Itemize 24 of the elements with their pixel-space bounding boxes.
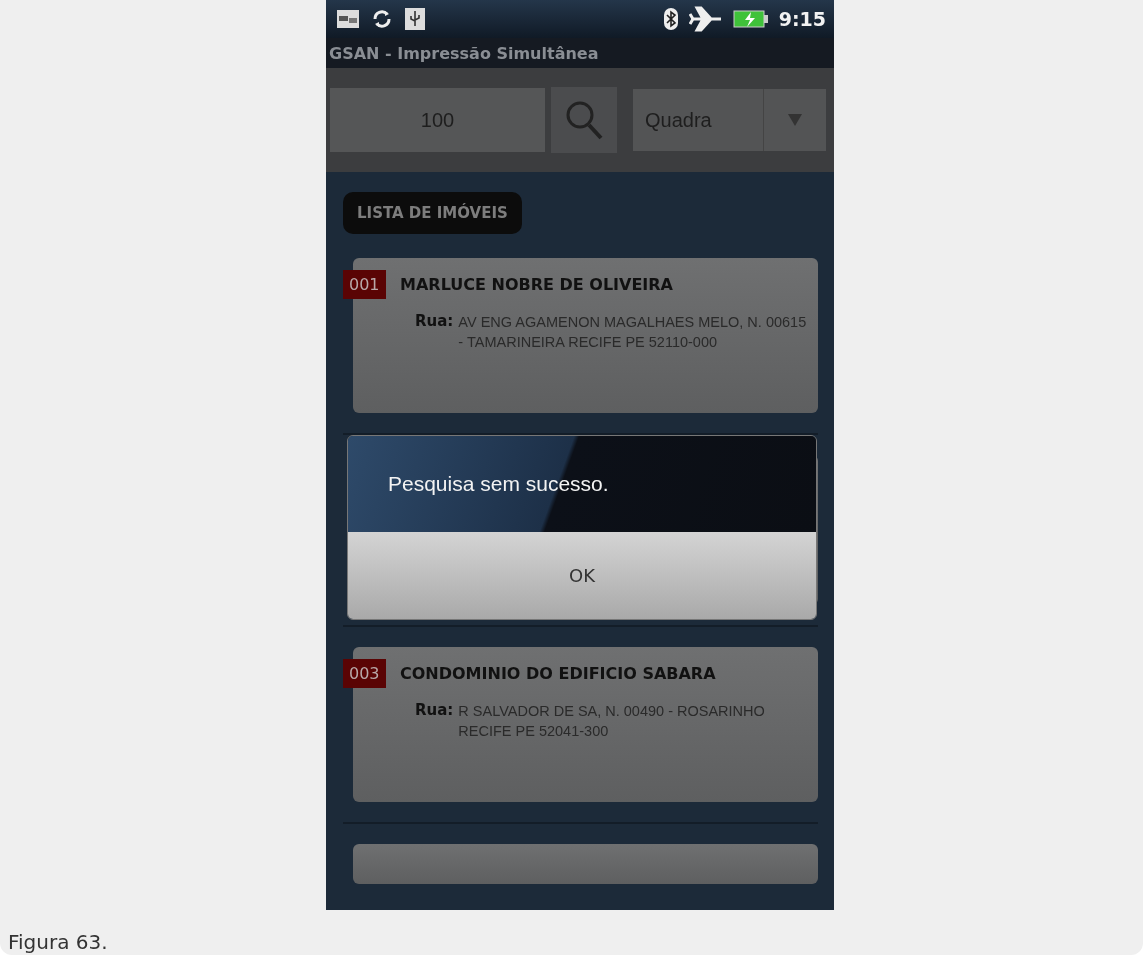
clock-time: 9:15 — [778, 8, 826, 30]
picture-icon — [336, 8, 360, 30]
app-title: GSAN - Impressão Simultânea — [329, 43, 599, 63]
property-number: 001 — [343, 270, 386, 299]
address-label: Rua: — [415, 701, 454, 721]
dropdown-arrow-icon — [788, 114, 802, 126]
search-button[interactable] — [551, 87, 617, 153]
airplane-icon — [688, 6, 723, 32]
owner-name: MARLUCE NOBRE DE OLIVEIRA — [400, 274, 673, 294]
property-number: 003 — [343, 659, 386, 688]
bluetooth-icon — [662, 7, 679, 31]
section-label: LISTA DE IMÓVEIS — [343, 192, 522, 234]
address-text: AV ENG AGAMENON MAGALHAES MELO, N. 00615 - TAMARINEIRA RECIFE PE 52110-000 — [458, 313, 808, 352]
figure-caption: Figura 63. — [8, 930, 108, 954]
filter-dropdown[interactable]: Quadra — [633, 89, 826, 151]
address-text: R SALVADOR DE SA, N. 00490 - ROSARINHO RECIFE PE 52041-300 — [458, 702, 766, 741]
search-input-field[interactable]: 100 — [330, 88, 545, 152]
usb-icon — [404, 7, 426, 31]
owner-name: CONDOMINIO DO EDIFICIO SABARA — [400, 663, 716, 683]
search-icon — [564, 99, 604, 141]
battery-charging-icon — [732, 9, 769, 29]
ok-button[interactable]: OK — [348, 532, 816, 619]
address-label: Rua: — [415, 312, 454, 332]
dialog-message: Pesquisa sem sucesso. — [388, 472, 609, 496]
